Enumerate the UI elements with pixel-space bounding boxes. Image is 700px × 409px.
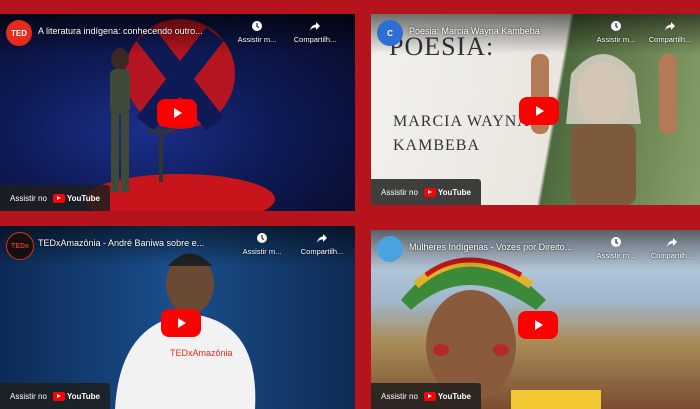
video-embed-4[interactable]: Mulheres Indígenas - Vozes por Direito..… [371, 230, 700, 409]
watch-on-youtube-button[interactable]: Assistir no YouTube [371, 179, 481, 205]
share-button[interactable]: Compartilh... [289, 20, 341, 44]
share-label: Compartilh... [648, 35, 692, 44]
clock-icon [611, 21, 621, 31]
watch-on-youtube-button[interactable]: Assistir no YouTube [0, 185, 110, 211]
share-button[interactable]: Compartilh... [644, 20, 696, 44]
video-embed-1[interactable]: TED A literatura indígena: conhecendo ou… [0, 14, 355, 211]
channel-avatar[interactable]: C [377, 20, 403, 46]
share-label: Compartilh... [293, 35, 337, 44]
video-title[interactable]: A literatura indígena: conhecendo outro.… [38, 26, 203, 36]
channel-avatar[interactable]: TEDx [6, 232, 34, 260]
clock-icon [611, 237, 621, 247]
youtube-logo: YouTube [52, 391, 100, 401]
play-button[interactable] [518, 311, 558, 339]
watch-later-button[interactable]: Assistir m... [231, 20, 283, 44]
play-icon [536, 106, 544, 116]
play-button[interactable] [519, 97, 559, 125]
share-icon [665, 22, 675, 31]
watch-later-label: Assistir m... [596, 35, 636, 44]
watch-on-youtube-button[interactable]: Assistir no YouTube [0, 383, 110, 409]
share-icon [310, 22, 320, 31]
play-button[interactable] [157, 99, 197, 127]
watch-on-label: Assistir no [381, 187, 418, 197]
youtube-logo: YouTube [423, 187, 471, 197]
watch-later-button[interactable]: Assistir m... [236, 232, 288, 256]
watch-later-label: Assistir m... [237, 35, 277, 44]
video-title[interactable]: Poesia: Marcia Wayna Kambeba [409, 26, 540, 36]
clock-icon [252, 21, 262, 31]
channel-avatar[interactable] [377, 236, 403, 262]
share-icon [317, 234, 327, 243]
youtube-logo: YouTube [423, 391, 471, 401]
video-embed-3[interactable]: TEDxAmazônia TEDx TEDxAmazônia - André B… [0, 226, 355, 409]
play-icon [178, 318, 186, 328]
share-button[interactable]: Compartilh... [646, 236, 698, 260]
watch-on-label: Assistir no [10, 193, 47, 203]
play-icon [535, 320, 543, 330]
play-button[interactable] [161, 309, 201, 337]
share-label: Compartilh... [300, 247, 344, 256]
watch-later-button[interactable]: Assistir m... [590, 20, 642, 44]
share-icon [667, 238, 677, 247]
youtube-logo: YouTube [52, 193, 100, 203]
watch-on-label: Assistir no [10, 391, 47, 401]
play-icon [174, 108, 182, 118]
svg-text:TEDxAmazônia: TEDxAmazônia [170, 348, 233, 358]
video-embed-2[interactable]: POESIA: MARCIA WAYNA KAMBEBA C Poesia: M… [371, 14, 700, 205]
clock-icon [257, 233, 267, 243]
channel-avatar[interactable]: TED [6, 20, 32, 46]
video-title[interactable]: TEDxAmazônia - André Baniwa sobre e... [38, 238, 204, 248]
watch-later-label: Assistir m... [242, 247, 282, 256]
share-label: Compartilh... [650, 251, 694, 260]
video-title[interactable]: Mulheres Indígenas - Vozes por Direito..… [409, 242, 572, 252]
watch-later-button[interactable]: Assistir m... [590, 236, 642, 260]
watch-on-label: Assistir no [381, 391, 418, 401]
watch-on-youtube-button[interactable]: Assistir no YouTube [371, 383, 481, 409]
share-button[interactable]: Compartilh... [296, 232, 348, 256]
watch-later-label: Assistir m... [596, 251, 636, 260]
